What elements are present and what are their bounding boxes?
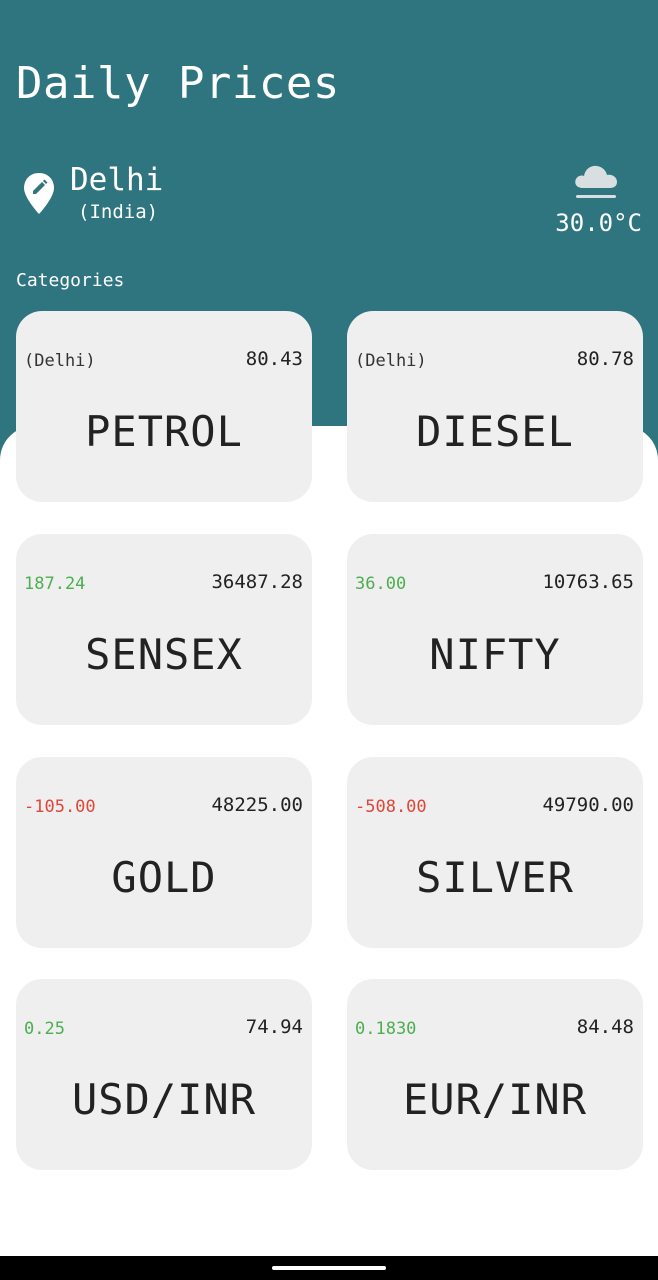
card-price: 80.78 bbox=[576, 348, 634, 370]
location-edit-icon[interactable] bbox=[22, 172, 56, 216]
card-change: (Delhi) bbox=[24, 351, 96, 371]
card-name: PETROL bbox=[85, 407, 243, 456]
card-price: 74.94 bbox=[245, 1016, 303, 1038]
temperature-value: 30.0°C bbox=[555, 209, 642, 237]
card-change: -508.00 bbox=[355, 797, 427, 817]
cloud-fog-icon bbox=[575, 165, 617, 198]
card-usd-inr[interactable]: 0.25 74.94 USD/INR bbox=[16, 979, 312, 1170]
card-nifty[interactable]: 36.00 10763.65 NIFTY bbox=[347, 534, 643, 725]
card-change: 187.24 bbox=[24, 574, 86, 594]
page-title: Daily Prices bbox=[16, 58, 340, 109]
card-change: 36.00 bbox=[355, 574, 407, 594]
card-change: 0.1830 bbox=[355, 1019, 417, 1039]
card-silver[interactable]: -508.00 49790.00 SILVER bbox=[347, 757, 643, 948]
card-price: 36487.28 bbox=[211, 571, 303, 593]
categories-heading: Categories bbox=[16, 270, 125, 291]
card-petrol[interactable]: (Delhi) 80.43 PETROL bbox=[16, 311, 312, 502]
card-name: USD/INR bbox=[71, 1075, 256, 1124]
card-gold[interactable]: -105.00 48225.00 GOLD bbox=[16, 757, 312, 948]
card-sensex[interactable]: 187.24 36487.28 SENSEX bbox=[16, 534, 312, 725]
card-price: 80.43 bbox=[245, 348, 303, 370]
card-name: NIFTY bbox=[429, 630, 561, 679]
card-price: 49790.00 bbox=[542, 794, 634, 816]
card-change: 0.25 bbox=[24, 1019, 65, 1039]
home-gesture-handle[interactable] bbox=[272, 1266, 386, 1270]
card-name: GOLD bbox=[111, 853, 217, 902]
card-name: SENSEX bbox=[85, 630, 243, 679]
card-price: 48225.00 bbox=[211, 794, 303, 816]
card-diesel[interactable]: (Delhi) 80.78 DIESEL bbox=[347, 311, 643, 502]
card-change: -105.00 bbox=[24, 797, 96, 817]
card-change: (Delhi) bbox=[355, 351, 427, 371]
card-price: 10763.65 bbox=[542, 571, 634, 593]
location-city[interactable]: Delhi bbox=[70, 162, 163, 198]
card-price: 84.48 bbox=[576, 1016, 634, 1038]
card-name: EUR/INR bbox=[402, 1075, 587, 1124]
card-name: SILVER bbox=[416, 853, 574, 902]
card-name: DIESEL bbox=[416, 407, 574, 456]
card-eur-inr[interactable]: 0.1830 84.48 EUR/INR bbox=[347, 979, 643, 1170]
location-country: (India) bbox=[78, 201, 159, 223]
